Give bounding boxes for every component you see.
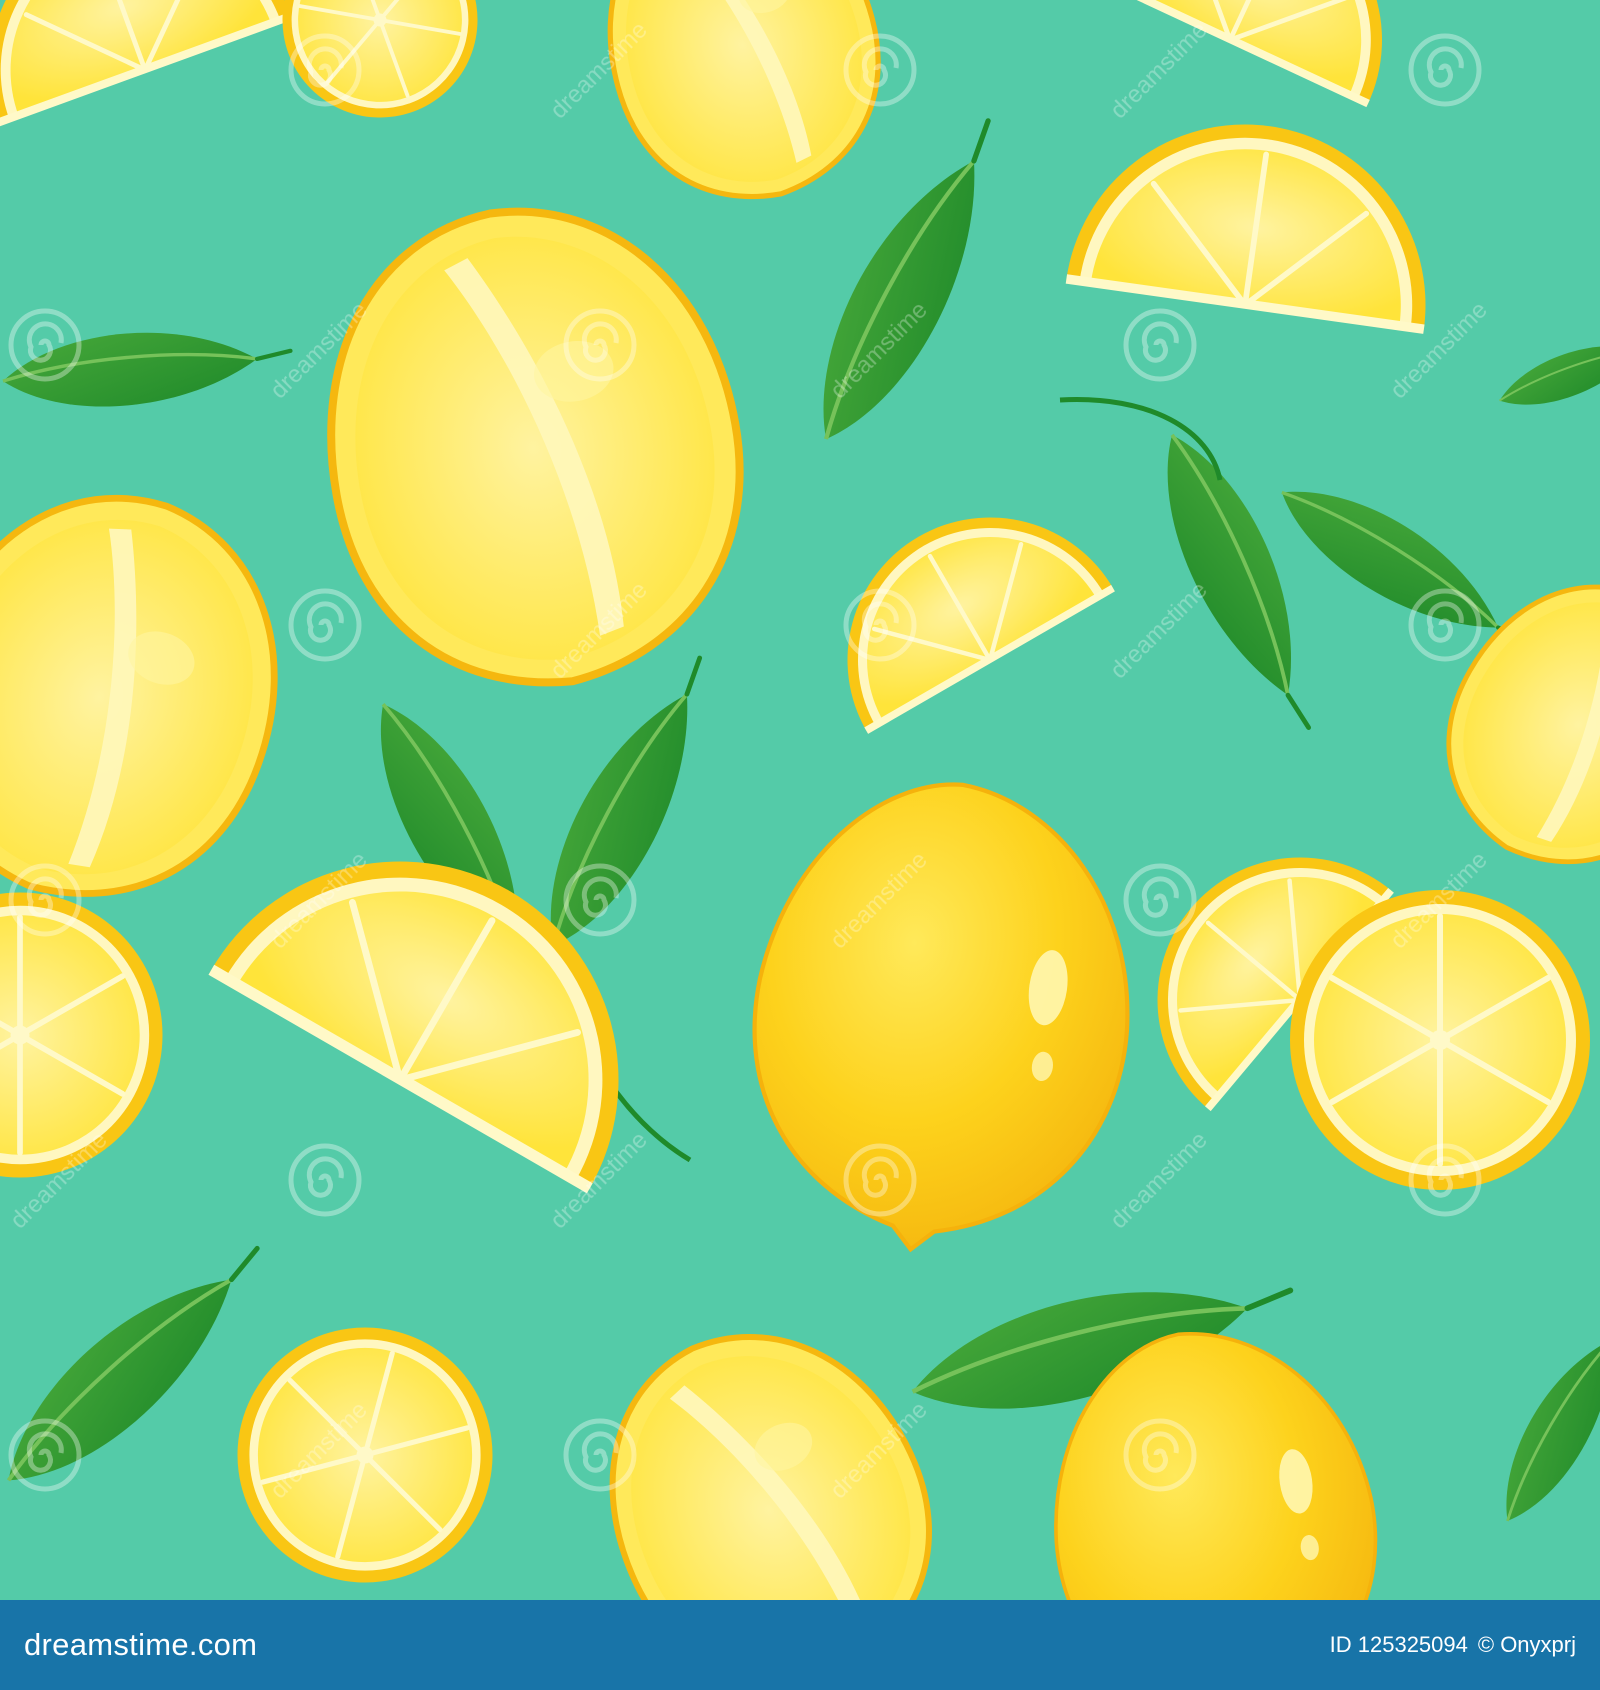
site-name[interactable]: dreamstime.com — [24, 1627, 257, 1663]
image-meta: ID 125325094 © Onyxprj — [1330, 1632, 1576, 1658]
lemon-pattern-illustration: dreamstime dreamstime dreamstime dreamst… — [0, 0, 1600, 1600]
author-credit[interactable]: © Onyxprj — [1478, 1632, 1576, 1658]
stock-footer-bar: dreamstime.com ID 125325094 © Onyxprj — [0, 1600, 1600, 1690]
image-id: ID 125325094 — [1329, 1632, 1468, 1657]
